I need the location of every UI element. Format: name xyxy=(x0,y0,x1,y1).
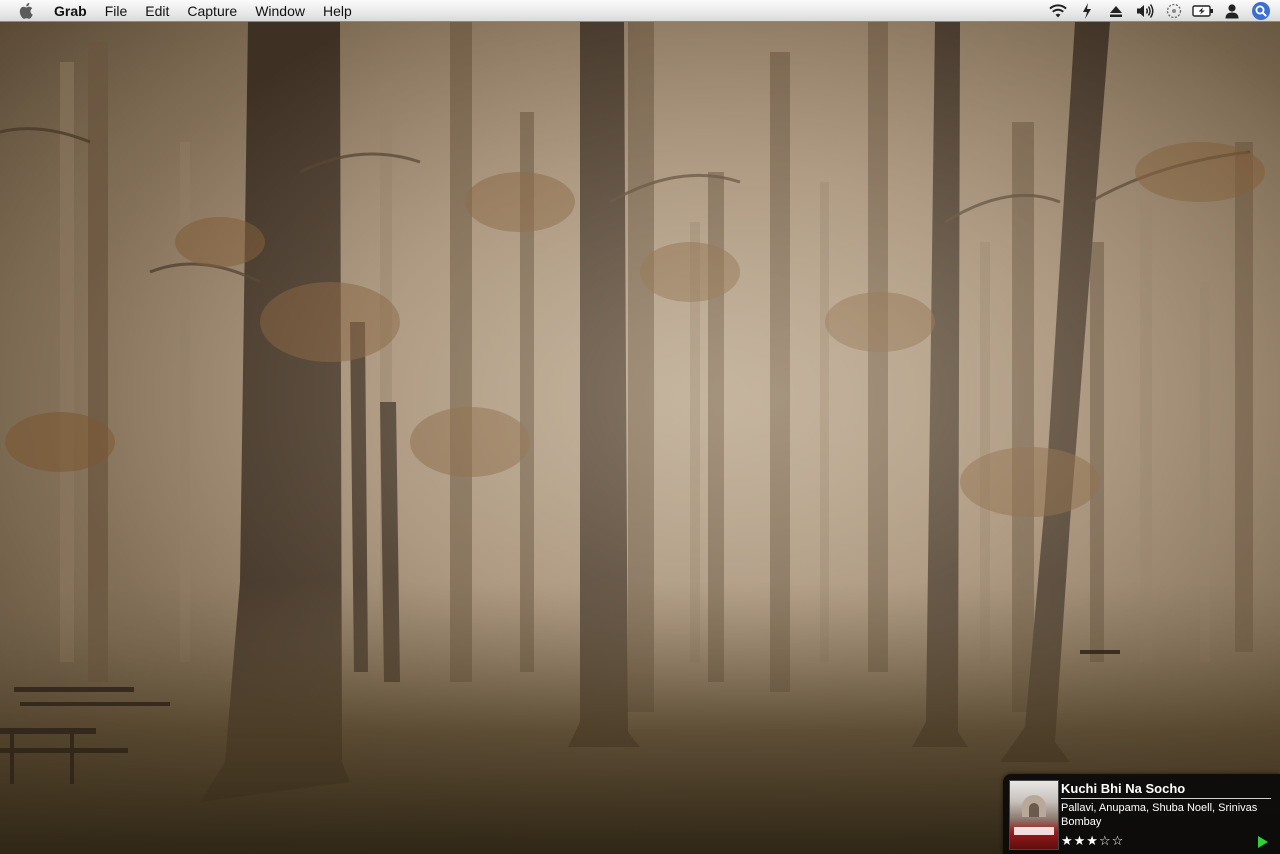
menu-app-grab[interactable]: Grab xyxy=(50,0,96,22)
apple-menu-icon[interactable] xyxy=(16,0,38,22)
now-playing-widget: Kuchi Bhi Na Socho Pallavi, Anupama, Shu… xyxy=(1003,774,1280,854)
user-icon[interactable] xyxy=(1221,0,1243,22)
menu-edit[interactable]: Edit xyxy=(136,0,178,22)
play-icon[interactable] xyxy=(1258,836,1268,848)
menu-file[interactable]: File xyxy=(96,0,137,22)
foggy-forest-image xyxy=(0,22,1280,854)
menu-capture[interactable]: Capture xyxy=(178,0,246,22)
battery-icon[interactable] xyxy=(1192,0,1214,22)
spotlight-icon[interactable] xyxy=(1250,0,1272,22)
track-album: Bombay xyxy=(1061,816,1102,828)
charger-icon[interactable] xyxy=(1076,0,1098,22)
star-rating[interactable]: ★★★☆☆ xyxy=(1061,834,1124,849)
title-divider xyxy=(1061,798,1271,799)
eject-icon[interactable] xyxy=(1105,0,1127,22)
volume-icon[interactable] xyxy=(1134,0,1156,22)
desktop-wallpaper xyxy=(0,22,1280,854)
menu-bar: Grab File Edit Capture Window Help xyxy=(0,0,1280,22)
menu-window[interactable]: Window xyxy=(246,0,314,22)
status-menu-area xyxy=(1040,0,1272,22)
album-art-image xyxy=(1009,780,1059,850)
wifi-icon[interactable] xyxy=(1047,0,1069,22)
track-title: Kuchi Bhi Na Socho xyxy=(1061,781,1186,796)
sync-icon[interactable] xyxy=(1163,0,1185,22)
menu-help[interactable]: Help xyxy=(314,0,361,22)
track-artist: Pallavi, Anupama, Shuba Noell, Srinivas xyxy=(1061,802,1258,814)
